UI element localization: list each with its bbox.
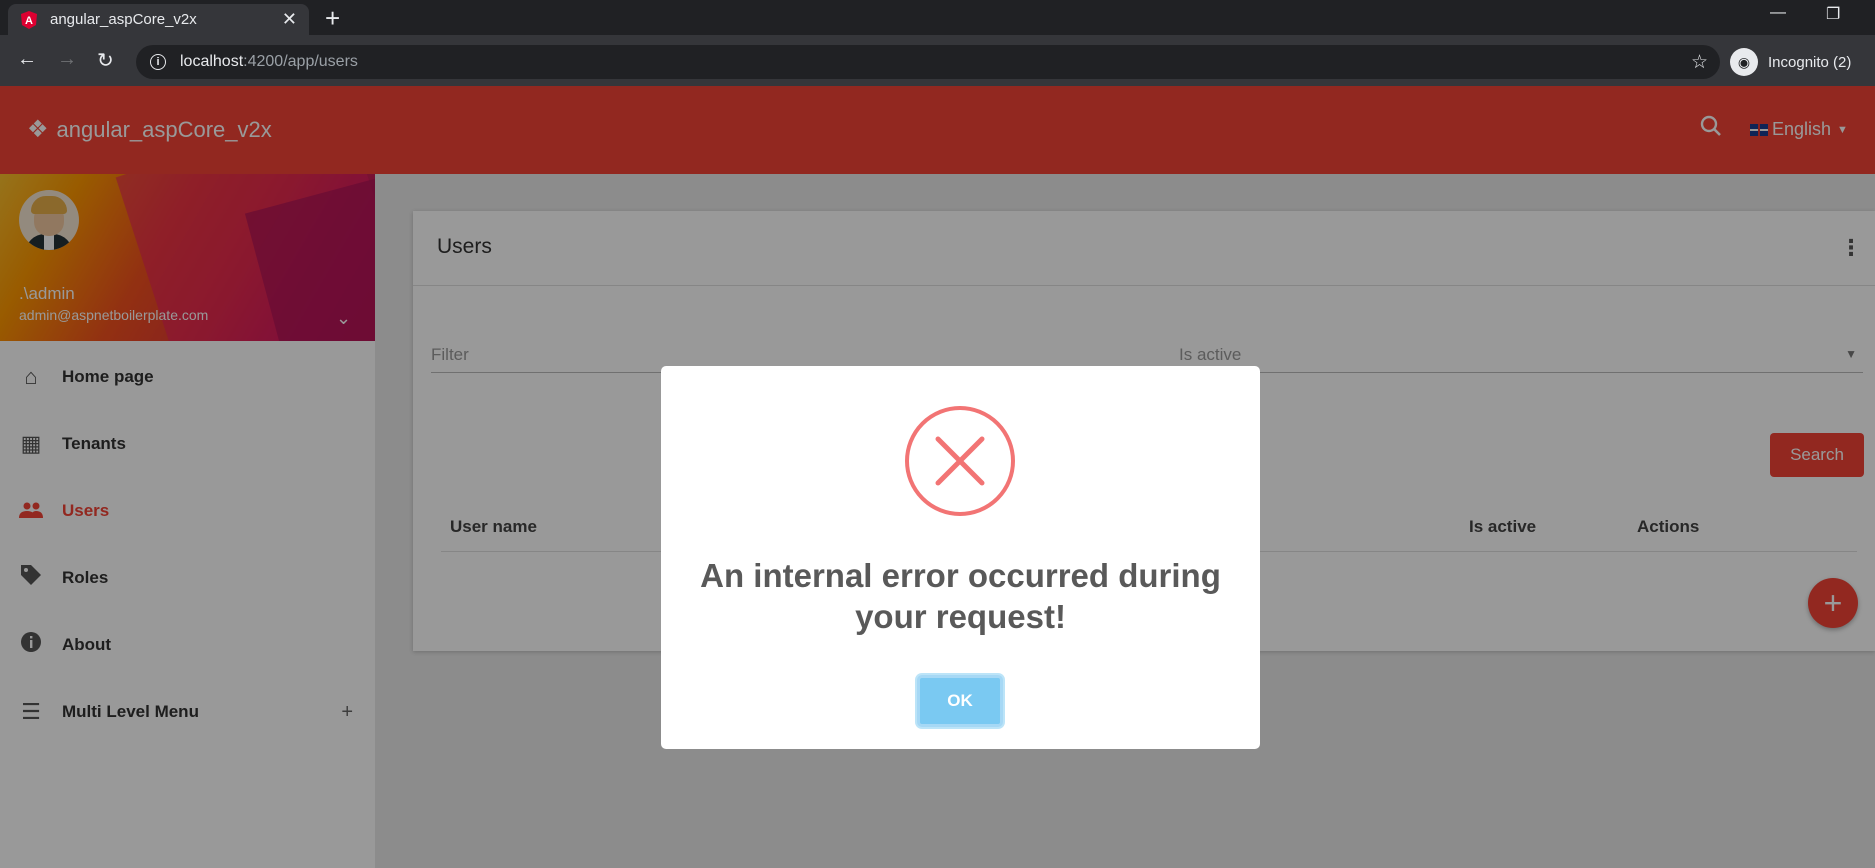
url-host: localhost (180, 53, 244, 70)
address-bar[interactable]: i localhost:4200/app/users ☆ (136, 45, 1720, 79)
new-tab-button[interactable]: + (325, 3, 340, 34)
angular-icon: A (21, 10, 37, 29)
url-path: :4200/app/users (243, 53, 358, 70)
bookmark-star-icon[interactable]: ☆ (1691, 51, 1708, 74)
incognito-label: Incognito (2) (1768, 53, 1852, 71)
reload-icon[interactable]: ↻ (97, 48, 114, 73)
header-overlay (0, 86, 1875, 174)
browser-tab[interactable]: A angular_aspCore_v2x ✕ (8, 4, 309, 35)
error-message: An internal error occurred during your r… (700, 557, 1221, 635)
error-x-icon (905, 406, 1015, 516)
forward-icon[interactable]: → (57, 48, 77, 71)
site-info-icon[interactable]: i (150, 54, 166, 70)
close-icon[interactable]: ✕ (282, 9, 297, 30)
tab-title: angular_aspCore_v2x (50, 11, 197, 28)
back-icon[interactable]: ← (17, 48, 37, 71)
minimize-icon[interactable]: — (1770, 4, 1786, 22)
incognito-indicator[interactable]: ◉ Incognito (2) (1730, 45, 1851, 79)
incognito-icon: ◉ (1730, 48, 1758, 76)
ok-button[interactable]: OK (917, 675, 1003, 727)
svg-text:A: A (25, 15, 33, 27)
restore-icon[interactable]: ❐ (1826, 4, 1840, 24)
